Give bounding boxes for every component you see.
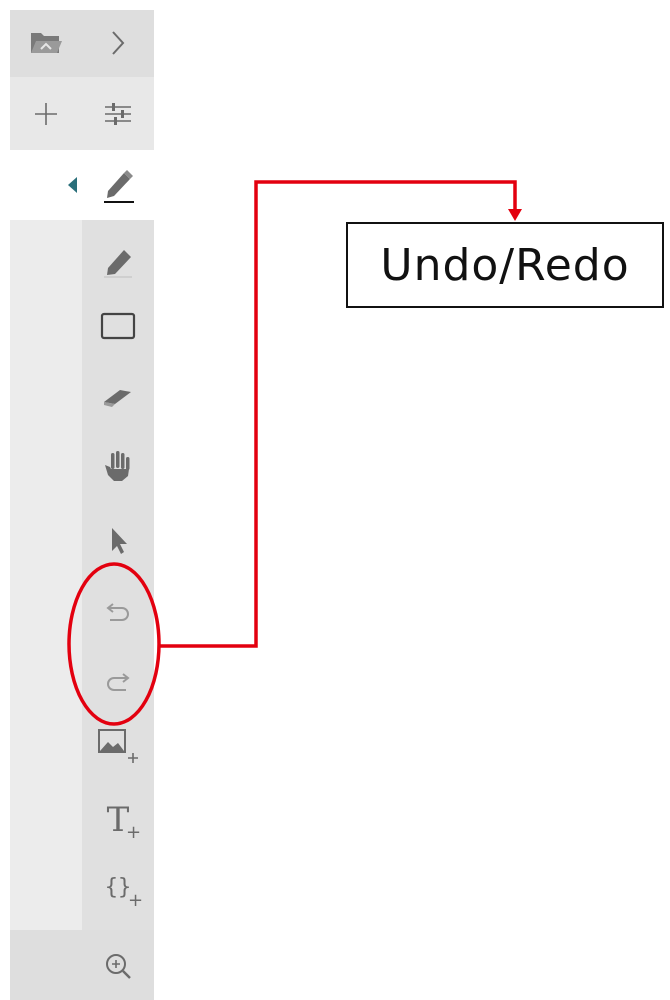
active-tool-indicator	[66, 176, 78, 198]
select-tool-button[interactable]	[90, 512, 146, 568]
image-plus-icon	[98, 729, 138, 763]
braces-plus-suffix: +	[128, 890, 144, 911]
eraser-icon	[104, 390, 131, 407]
insert-text-button[interactable]: T +	[90, 792, 146, 848]
undo-icon	[106, 603, 129, 621]
plus-icon	[35, 103, 57, 125]
insert-code-button[interactable]: {} +	[90, 860, 146, 916]
undo-redo-callout: Undo/Redo	[346, 222, 664, 308]
cursor-icon	[112, 528, 127, 554]
text-plus-suffix: +	[126, 822, 142, 843]
highlighter-tool-button[interactable]	[90, 234, 146, 290]
settings-button[interactable]	[90, 86, 146, 142]
insert-image-button[interactable]	[90, 718, 146, 774]
pen-icon	[104, 170, 134, 203]
zoom-in-icon	[106, 954, 131, 979]
screenshot-stage: T + {} + Undo/Redo	[0, 0, 670, 1000]
highlighter-icon	[104, 250, 132, 278]
undo-button[interactable]	[90, 584, 146, 640]
add-page-button[interactable]	[18, 86, 74, 142]
rectangle-icon	[100, 312, 136, 340]
caret-left-icon	[68, 177, 77, 193]
callout-label: Undo/Redo	[380, 239, 630, 291]
open-folder-button[interactable]	[18, 15, 74, 71]
zoom-button[interactable]	[90, 938, 146, 994]
rectangle-tool-button[interactable]	[90, 298, 146, 354]
hand-icon	[105, 451, 130, 481]
pen-tool-button[interactable]	[90, 157, 146, 213]
sliders-icon	[105, 103, 131, 125]
callout-arrowhead	[508, 209, 522, 221]
pan-tool-button[interactable]	[90, 438, 146, 494]
chevron-right-icon	[112, 31, 125, 55]
expand-panel-button[interactable]	[90, 15, 146, 71]
eraser-tool-button[interactable]	[90, 368, 146, 424]
redo-button[interactable]	[90, 654, 146, 710]
redo-icon	[107, 673, 130, 691]
folder-open-icon	[31, 33, 62, 53]
